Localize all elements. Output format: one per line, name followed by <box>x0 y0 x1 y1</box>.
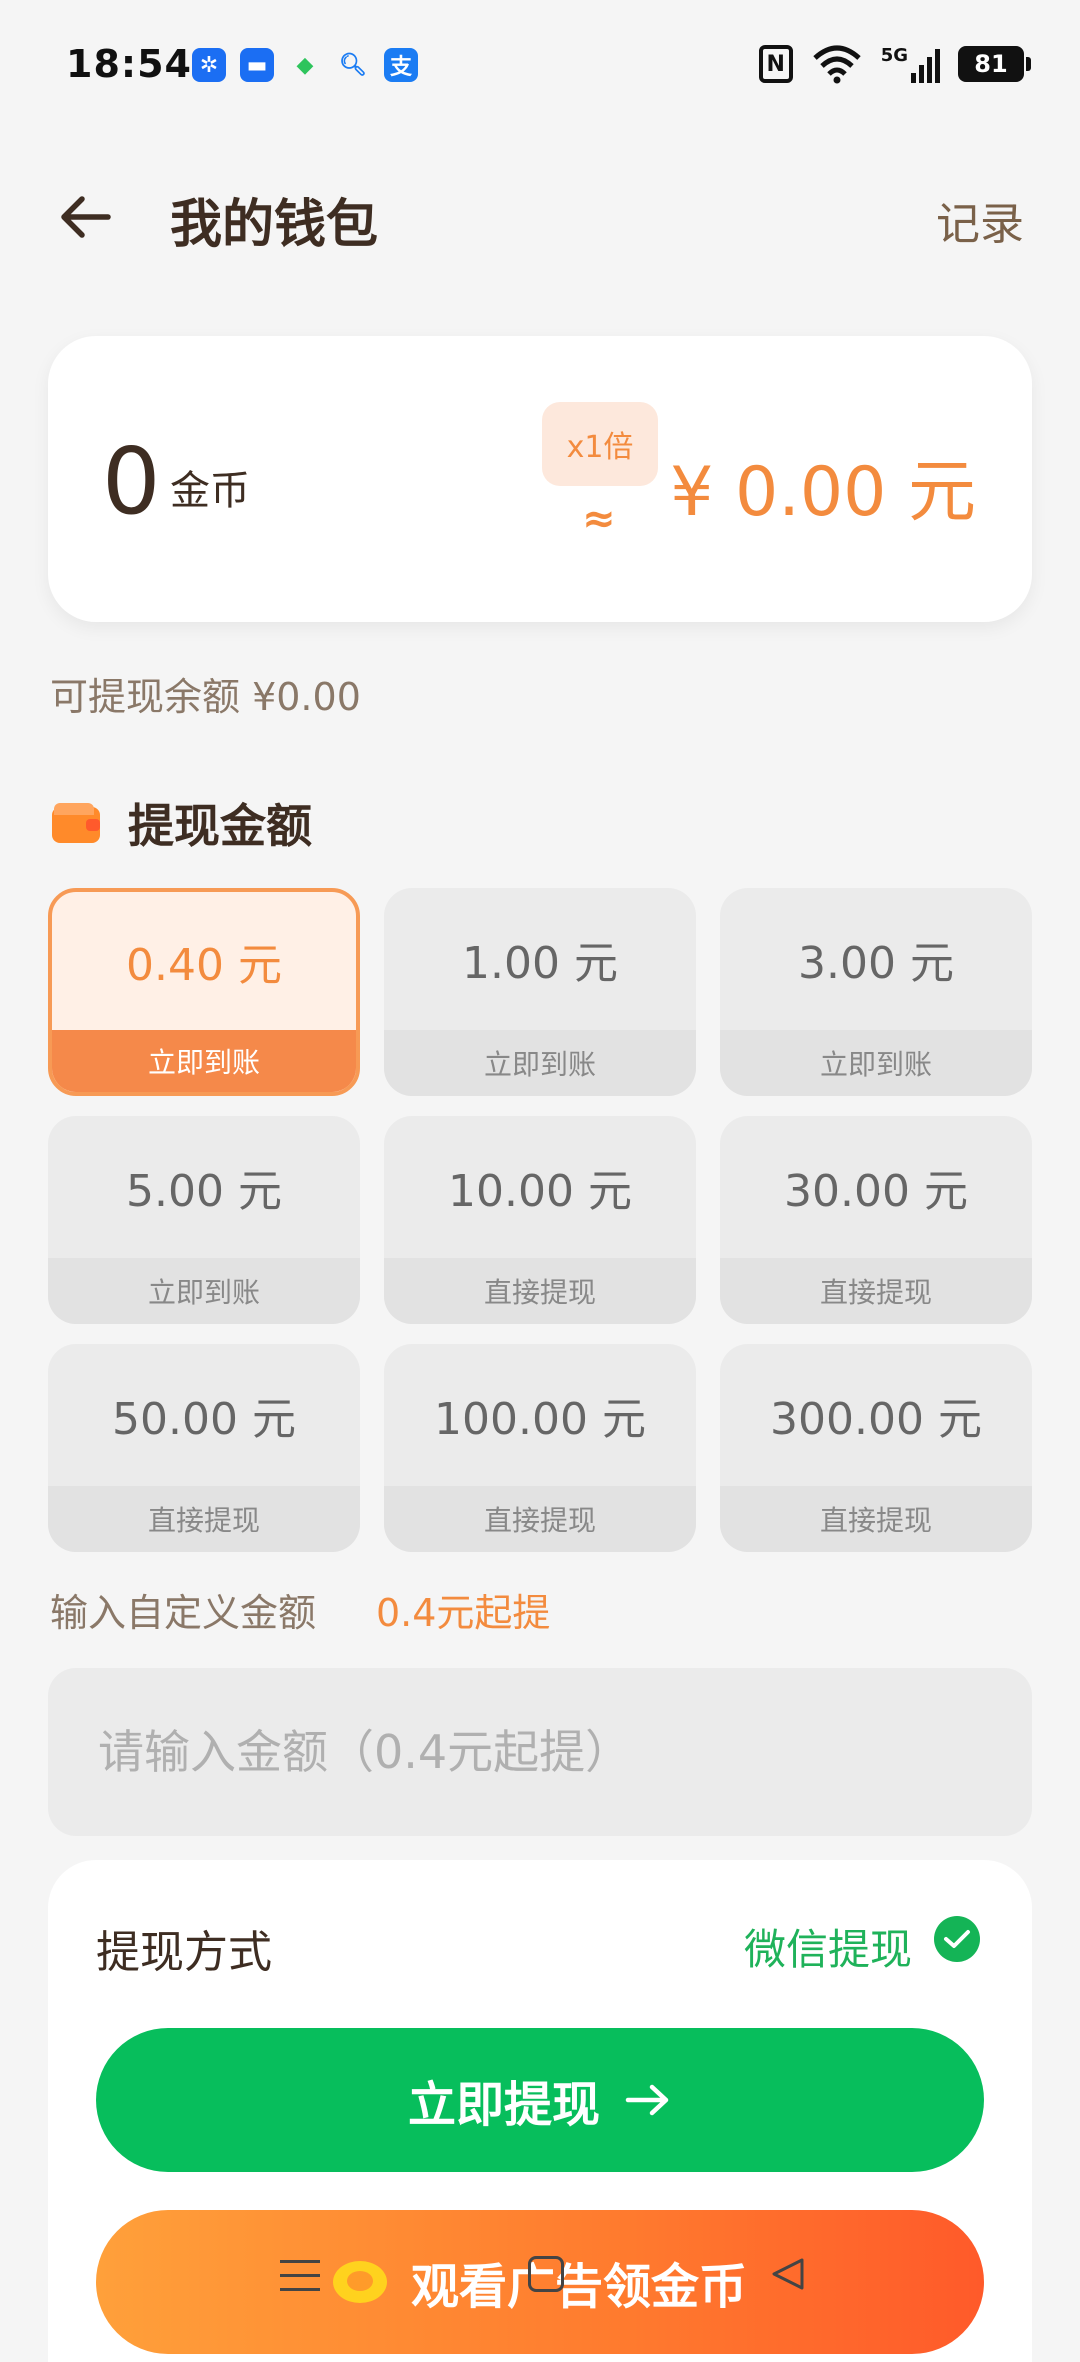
amount-option[interactable]: 0.40 元 立即到账 <box>48 888 360 1096</box>
menu-icon[interactable] <box>280 2260 320 2296</box>
arrow-left-icon <box>61 196 111 238</box>
amount-option[interactable]: 1.00 元 立即到账 <box>384 888 696 1096</box>
amount-option[interactable]: 50.00 元 直接提现 <box>48 1344 360 1552</box>
amount-option[interactable]: 5.00 元 立即到账 <box>48 1116 360 1324</box>
amount-tag: 立即到账 <box>720 1030 1032 1096</box>
network-type: 5G <box>880 45 908 66</box>
money-balance: ¥ 0.00 元 <box>670 453 976 532</box>
custom-amount-label: 输入自定义金额 <box>50 1591 317 1635</box>
amount-input[interactable] <box>48 1668 1032 1836</box>
amount-grid: 0.40 元 立即到账 1.00 元 立即到账 3.00 元 立即到账 5.00… <box>48 888 1032 1552</box>
amount-option[interactable]: 300.00 元 直接提现 <box>720 1344 1032 1552</box>
section-title: 提现金额 <box>128 799 312 853</box>
page-title: 我的钱包 <box>170 195 379 255</box>
back-button[interactable] <box>50 182 120 252</box>
withdraw-button[interactable]: 立即提现 <box>96 2028 984 2172</box>
amount-value: 100.00 元 <box>434 1394 646 1445</box>
amount-value: 300.00 元 <box>770 1394 982 1445</box>
amount-tag: 直接提现 <box>384 1486 696 1552</box>
amount-option[interactable]: 100.00 元 直接提现 <box>384 1344 696 1552</box>
wallet-icon <box>52 803 102 843</box>
withdraw-button-label: 立即提现 <box>407 2079 600 2132</box>
amount-option[interactable]: 30.00 元 直接提现 <box>720 1116 1032 1324</box>
available-balance: 可提现余额 ¥0.00 <box>50 675 361 719</box>
amount-value: 10.00 元 <box>448 1166 632 1217</box>
status-bar: 18:54 ✲ ▬ ◆ 🔍︎ 支 N 5G 81 <box>0 0 1080 130</box>
amount-value: 30.00 元 <box>784 1166 968 1217</box>
balance-card: 0 金币 x1倍 ≈ ¥ 0.00 元 <box>48 336 1032 622</box>
amount-value: 1.00 元 <box>462 938 618 989</box>
coin-balance: 0 <box>102 428 161 535</box>
amount-value: 5.00 元 <box>126 1166 282 1217</box>
arrow-right-icon <box>625 2084 669 2116</box>
amount-value: 50.00 元 <box>112 1394 296 1445</box>
amount-tag: 立即到账 <box>384 1030 696 1096</box>
pinwheel-app-icon: ✲ <box>192 48 226 82</box>
record-link[interactable]: 记录 <box>936 188 1024 252</box>
custom-min-hint: 0.4元起提 <box>376 1591 551 1635</box>
amount-tag: 直接提现 <box>384 1258 696 1324</box>
amount-value: 3.00 元 <box>798 938 954 989</box>
status-time: 18:54 <box>66 42 192 86</box>
alipay-app-icon: 支 <box>384 48 418 82</box>
check-circle-icon <box>934 1916 980 1962</box>
shield-app-icon: ◆ <box>296 52 314 78</box>
wifi-icon <box>813 45 861 84</box>
amount-tag: 直接提现 <box>720 1486 1032 1552</box>
amount-option[interactable]: 10.00 元 直接提现 <box>384 1116 696 1324</box>
payout-method-value[interactable]: 微信提现 <box>744 1916 912 1977</box>
cellular-signal-icon: 5G <box>881 45 940 83</box>
home-icon[interactable] <box>528 2256 564 2292</box>
header: 我的钱包 记录 <box>0 160 1080 270</box>
amount-tag: 直接提现 <box>48 1486 360 1552</box>
battery-icon: 81 <box>958 46 1031 82</box>
system-nav-bar <box>0 2240 1080 2340</box>
search-app-icon: 🔍︎ <box>339 52 367 78</box>
coin-unit: 金币 <box>170 468 250 514</box>
amount-tag: 直接提现 <box>720 1258 1032 1324</box>
withdraw-section-header: 提现金额 <box>52 790 312 856</box>
notification-icons: ✲ ▬ ◆ 🔍︎ 支 <box>192 48 418 82</box>
amount-tag: 立即到账 <box>48 1258 360 1324</box>
amount-tag: 立即到账 <box>52 1030 356 1092</box>
system-icons: N 5G 81 <box>758 44 1031 84</box>
back-triangle-icon[interactable] <box>768 2254 808 2294</box>
multiplier-badge: x1倍 <box>542 402 658 486</box>
payout-method-label: 提现方式 <box>96 1927 272 1978</box>
amount-value: 0.40 元 <box>126 940 282 991</box>
amount-option[interactable]: 3.00 元 立即到账 <box>720 888 1032 1096</box>
approx-sign: ≈ <box>582 496 616 542</box>
messages-app-icon: ▬ <box>240 48 274 82</box>
nfc-icon: N <box>758 45 793 83</box>
